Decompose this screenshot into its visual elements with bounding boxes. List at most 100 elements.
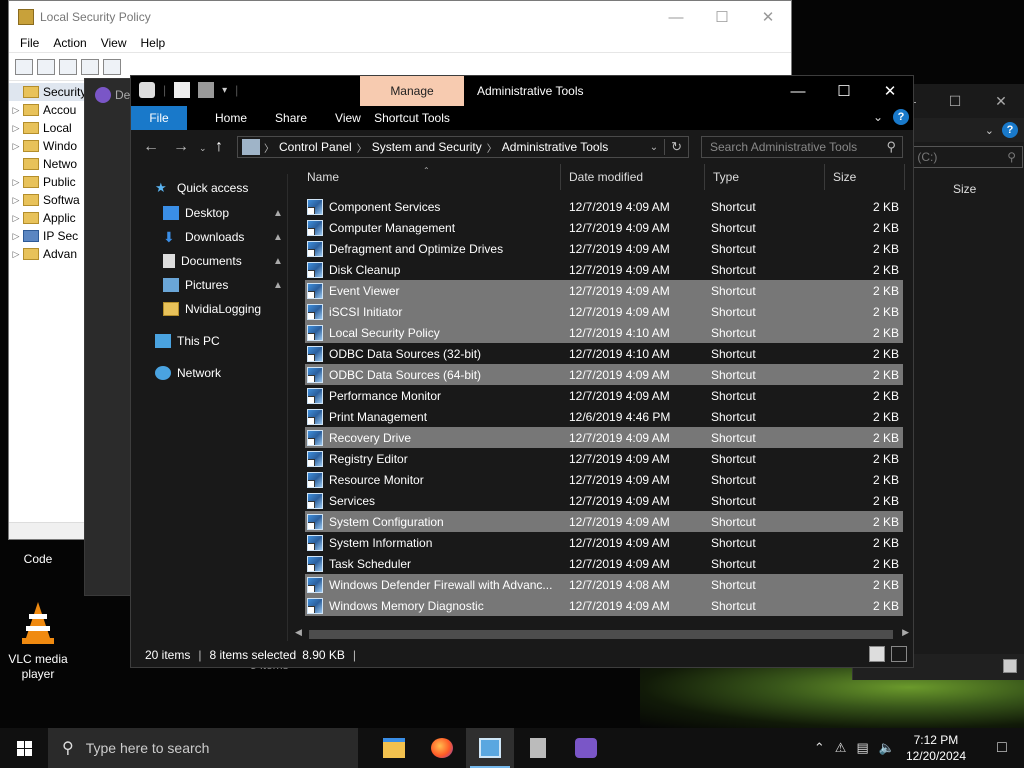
taskbar-protonvpn[interactable] xyxy=(562,728,610,768)
expand-icon[interactable]: ▷ xyxy=(9,195,23,206)
tab-shortcut-tools[interactable]: Shortcut Tools xyxy=(360,106,464,130)
file-row[interactable]: Computer Management 12/7/2019 4:09 AM Shor… xyxy=(305,217,903,238)
file-row[interactable]: Component Services 12/7/2019 4:09 AM Short… xyxy=(305,196,903,217)
file-row[interactable]: Recovery Drive 12/7/2019 4:09 AM Shortcut 2… xyxy=(305,427,903,448)
pane-divider[interactable] xyxy=(287,174,288,641)
taskbar-control-panel[interactable] xyxy=(466,728,514,768)
bg-size-header[interactable]: Size xyxy=(953,182,976,196)
desktop-icon-vlc[interactable]: VLC media player xyxy=(0,600,76,682)
file-row[interactable]: System Information 12/7/2019 4:09 AM Short… xyxy=(305,532,903,553)
close-button[interactable]: ✕ xyxy=(745,1,791,33)
horizontal-scrollbar[interactable]: ◀ ▶ xyxy=(291,627,913,641)
chevron-up-icon[interactable]: ⌃ xyxy=(814,740,825,756)
forward-icon[interactable] xyxy=(37,58,55,75)
expand-icon[interactable]: ▷ xyxy=(9,123,23,134)
help-book-icon[interactable] xyxy=(103,58,121,75)
column-date-modified[interactable]: Date modified xyxy=(561,164,705,190)
taskbar-file-explorer[interactable] xyxy=(370,728,418,768)
notification-icon[interactable]: □ xyxy=(980,739,1024,757)
nav-nvidialogging[interactable]: NvidiaLogging xyxy=(163,298,261,320)
search-input[interactable]: Search Administrative Tools ⚲ xyxy=(701,136,903,158)
recent-locations-icon[interactable]: ⌄ xyxy=(199,143,207,154)
nav-downloads[interactable]: ⬇ Downloads ▲ xyxy=(163,226,283,248)
desktop-icon-code[interactable]: Code xyxy=(0,552,76,567)
explorer-titlebar[interactable]: | ▾ | Manage Administrative Tools — ☐ ✕ xyxy=(131,76,913,106)
chevron-down-icon[interactable]: ⌄ xyxy=(985,124,994,137)
column-name[interactable]: ⌃ Name xyxy=(299,164,561,190)
column-size[interactable]: Size xyxy=(825,164,905,190)
minimize-button[interactable]: — xyxy=(653,1,699,33)
breadcrumb-system-security[interactable]: System and Security xyxy=(367,140,487,154)
file-row[interactable]: ODBC Data Sources (64-bit) 12/7/2019 4:09… xyxy=(305,364,903,385)
pin-icon[interactable]: ▲ xyxy=(273,280,283,291)
speaker-muted-icon[interactable]: 🔈 xyxy=(879,740,895,756)
large-icons-view-icon[interactable] xyxy=(891,646,907,662)
chevron-right-icon[interactable]: 〉 xyxy=(487,140,497,155)
back-icon[interactable] xyxy=(15,58,33,75)
nav-network[interactable]: Network xyxy=(155,362,221,384)
file-row[interactable]: Windows Defender Firewall with Advanc...… xyxy=(305,574,903,595)
maximize-button[interactable]: ☐ xyxy=(821,76,867,106)
show-tree-icon[interactable] xyxy=(59,58,77,75)
breadcrumb-admin-tools[interactable]: Administrative Tools xyxy=(497,140,614,154)
properties-icon[interactable] xyxy=(174,82,191,98)
details-view-icon[interactable] xyxy=(1003,659,1017,673)
tab-share[interactable]: Share xyxy=(261,106,321,130)
file-row[interactable]: Registry Editor 12/7/2019 4:09 AM Shortcut… xyxy=(305,448,903,469)
nav-pictures[interactable]: Pictures ▲ xyxy=(163,274,283,296)
pin-icon[interactable]: ▲ xyxy=(273,256,283,267)
nav-quick-access[interactable]: ★ Quick access xyxy=(155,178,248,198)
expand-ribbon-icon[interactable]: ⌄ xyxy=(873,110,883,124)
column-type[interactable]: Type xyxy=(705,164,825,190)
forward-arrow-icon[interactable]: → xyxy=(173,138,189,156)
menu-help[interactable]: Help xyxy=(134,36,173,50)
maximize-button[interactable]: ☐ xyxy=(699,1,745,33)
help-icon[interactable]: ? xyxy=(1002,122,1018,138)
breadcrumb-control-panel[interactable]: Control Panel xyxy=(274,140,357,154)
file-row[interactable]: Performance Monitor 12/7/2019 4:09 AM Shor… xyxy=(305,385,903,406)
file-row[interactable]: Resource Monitor 12/7/2019 4:09 AM Shortcu… xyxy=(305,469,903,490)
taskbar-search[interactable]: ⚲ Type here to search xyxy=(48,728,358,768)
help-icon[interactable]: ? xyxy=(893,109,909,125)
tab-home[interactable]: Home xyxy=(201,106,261,130)
pin-icon[interactable]: ▲ xyxy=(273,208,283,219)
menu-file[interactable]: File xyxy=(13,36,46,50)
tab-manage[interactable]: Manage xyxy=(360,76,464,106)
menu-action[interactable]: Action xyxy=(46,36,93,50)
scrollbar-thumb[interactable] xyxy=(309,630,893,639)
chevron-right-icon[interactable]: 〉 xyxy=(264,140,274,155)
bg-search-input[interactable]: k (C:) ⚲ xyxy=(901,146,1023,168)
file-row[interactable]: Local Security Policy 12/7/2019 4:10 AM Sh… xyxy=(305,322,903,343)
close-button[interactable]: ✕ xyxy=(978,93,1024,110)
lsp-titlebar[interactable]: Local Security Policy — ☐ ✕ xyxy=(9,1,791,33)
maximize-button[interactable]: ☐ xyxy=(932,93,978,110)
start-button[interactable] xyxy=(0,728,48,768)
details-view-icon[interactable] xyxy=(869,646,885,662)
network-icon[interactable]: ▤ xyxy=(856,740,868,756)
back-arrow-icon[interactable]: ← xyxy=(143,138,159,156)
scroll-right-icon[interactable]: ▶ xyxy=(902,627,909,638)
expand-icon[interactable]: ▷ xyxy=(9,141,23,152)
menu-view[interactable]: View xyxy=(94,36,134,50)
file-row[interactable]: Print Management 12/6/2019 4:46 PM Shortcu… xyxy=(305,406,903,427)
explorer-window[interactable]: | ▾ | Manage Administrative Tools — ☐ ✕ … xyxy=(130,75,914,668)
taskbar-server-manager[interactable] xyxy=(514,728,562,768)
expand-icon[interactable]: ▷ xyxy=(9,231,23,242)
tab-file[interactable]: File xyxy=(131,106,187,130)
file-row[interactable]: Event Viewer 12/7/2019 4:09 AM Shortcut 2 K… xyxy=(305,280,903,301)
up-arrow-icon[interactable]: ↑ xyxy=(215,138,223,156)
file-row[interactable]: iSCSI Initiator 12/7/2019 4:09 AM Shortcut… xyxy=(305,301,903,322)
nav-desktop[interactable]: Desktop ▲ xyxy=(163,202,283,224)
minimize-button[interactable]: — xyxy=(775,76,821,106)
file-row[interactable]: System Configuration 12/7/2019 4:09 AM Sho… xyxy=(305,511,903,532)
security-warning-icon[interactable]: ⚠ xyxy=(835,740,847,756)
nav-this-pc[interactable]: This PC xyxy=(155,330,220,352)
file-row[interactable]: ODBC Data Sources (32-bit) 12/7/2019 4:10… xyxy=(305,343,903,364)
export-icon[interactable] xyxy=(81,58,99,75)
expand-icon[interactable]: ▷ xyxy=(9,213,23,224)
refresh-icon[interactable]: ↻ xyxy=(664,139,688,155)
file-row[interactable]: Windows Memory Diagnostic 12/7/2019 4:09 … xyxy=(305,595,903,616)
address-bar[interactable]: 〉 Control Panel 〉 System and Security 〉 … xyxy=(237,136,689,158)
new-folder-icon[interactable] xyxy=(198,82,215,98)
nav-documents[interactable]: Documents ▲ xyxy=(163,250,283,272)
